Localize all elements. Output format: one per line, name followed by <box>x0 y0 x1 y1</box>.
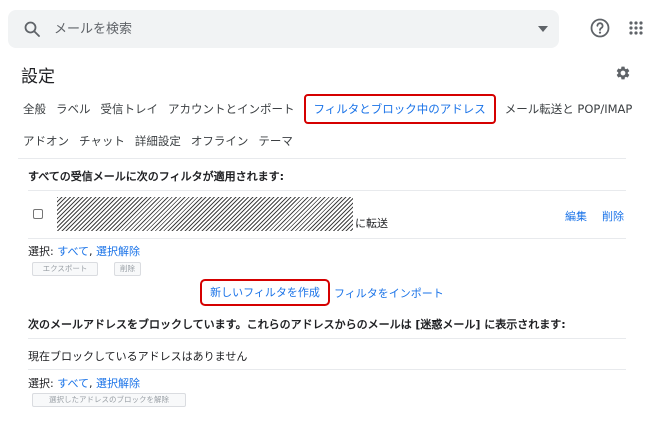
search-input[interactable] <box>54 18 494 40</box>
filters-divider-top <box>28 190 626 191</box>
search-bar[interactable] <box>8 10 559 48</box>
tab-labels[interactable]: ラベル <box>51 93 96 125</box>
tab-addons[interactable]: アドオン <box>18 125 74 157</box>
settings-tabs-row-1: 全般 ラベル 受信トレイ アカウントとインポート フィルタとブロック中のアドレス… <box>18 93 637 125</box>
delete-filters-button[interactable]: 削除 <box>114 262 141 276</box>
tab-forwarding-pop-imap[interactable]: メール転送と POP/IMAP <box>500 93 638 125</box>
filters-select-label: 選択: <box>28 245 54 258</box>
tab-advanced[interactable]: 詳細設定 <box>130 125 186 157</box>
tab-themes[interactable]: テーマ <box>253 125 298 157</box>
settings-tabs-row-2: アドオン チャット 詳細設定 オフライン テーマ <box>18 125 298 157</box>
page-title: 設定 <box>21 67 55 87</box>
redacted-filter-criteria <box>57 197 353 231</box>
create-filter-link[interactable]: 新しいフィルタを作成 <box>200 279 330 306</box>
filters-divider-bottom <box>28 238 626 239</box>
settings-gear-icon[interactable] <box>615 65 631 81</box>
export-button[interactable]: エクスポート <box>32 262 98 276</box>
blocked-select-label: 選択: <box>28 377 54 390</box>
search-options-caret-icon[interactable] <box>538 26 548 32</box>
tabs-divider <box>18 158 626 159</box>
tab-chat[interactable]: チャット <box>74 125 130 157</box>
blocked-divider-bottom <box>28 369 626 370</box>
tab-filters-blocked-addresses[interactable]: フィルタとブロック中のアドレス <box>303 94 496 124</box>
filters-select-all-link[interactable]: すべて <box>57 245 89 258</box>
filter-delete-link[interactable]: 削除 <box>602 208 624 224</box>
import-filters-link[interactable]: フィルタをインポート <box>334 285 444 301</box>
blocked-select-all-link[interactable]: すべて <box>57 377 89 390</box>
tab-general[interactable]: 全般 <box>18 93 51 125</box>
blocked-select-none-link[interactable]: 選択解除 <box>96 377 140 390</box>
filter-row-checkbox[interactable] <box>33 209 43 219</box>
apps-grid-icon[interactable] <box>629 21 643 35</box>
help-icon[interactable] <box>590 18 610 38</box>
filters-select-line: 選択: すべて, 選択解除 <box>28 245 141 258</box>
filter-edit-link[interactable]: 編集 <box>565 208 587 224</box>
filters-select-none-link[interactable]: 選択解除 <box>96 245 140 258</box>
search-icon[interactable] <box>24 21 40 37</box>
tab-inbox[interactable]: 受信トレイ <box>96 93 164 125</box>
blocked-heading: 次のメールアドレスをブロックしています。これらのアドレスからのメールは [迷惑メ… <box>28 318 566 331</box>
blocked-divider-top <box>28 338 626 339</box>
unblock-selected-button[interactable]: 選択したアドレスのブロックを解除 <box>32 393 186 407</box>
blocked-select-line: 選択: すべて, 選択解除 <box>28 377 141 390</box>
no-blocked-addresses-text: 現在ブロックしているアドレスはありません <box>28 350 248 363</box>
tab-offline[interactable]: オフライン <box>186 125 254 157</box>
filter-action-text: に転送 <box>355 217 388 230</box>
tab-accounts-import[interactable]: アカウントとインポート <box>163 93 300 125</box>
filters-heading: すべての受信メールに次のフィルタが適用されます: <box>28 170 284 183</box>
